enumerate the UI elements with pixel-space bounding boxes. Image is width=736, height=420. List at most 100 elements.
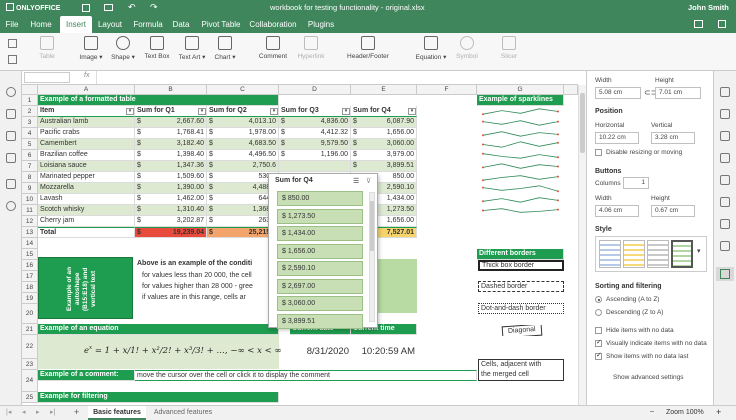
table-header-q3[interactable]: Sum for Q3: [279, 106, 351, 117]
filter-dropdown-icon[interactable]: ▾: [198, 108, 206, 115]
table-cell-item[interactable]: Mozzarella: [38, 183, 135, 194]
row-header[interactable]: 7: [22, 161, 38, 172]
table-cell-q1[interactable]: $1,390.00: [135, 183, 207, 194]
zoom-level[interactable]: Zoom 100%: [666, 409, 704, 416]
ascending-radio[interactable]: [595, 296, 602, 303]
fx-icon[interactable]: fx: [84, 72, 89, 79]
col-header-d[interactable]: D: [279, 85, 351, 95]
disable-resize-checkbox[interactable]: [595, 149, 602, 156]
col-header-b[interactable]: B: [135, 85, 207, 95]
table-header-q2[interactable]: Sum for Q2: [207, 106, 279, 117]
textbox-button[interactable]: Text Box: [142, 36, 172, 60]
columns-input[interactable]: 1: [623, 177, 649, 189]
conditional-line-3[interactable]: if values are in this range, cells ar: [140, 293, 279, 304]
sparklines-area[interactable]: [477, 106, 564, 238]
slicer-item[interactable]: $ 3,060.00: [277, 296, 363, 311]
col-header-e[interactable]: E: [351, 85, 417, 95]
table-cell-q1[interactable]: $1,768.41: [135, 128, 207, 139]
cell-settings-icon[interactable]: [720, 87, 730, 97]
slicer-item[interactable]: $ 1,434.00: [277, 226, 363, 241]
row-header[interactable]: 2: [22, 106, 38, 117]
slicer-item[interactable]: $ 850.00: [277, 191, 363, 206]
col-header-c[interactable]: C: [207, 85, 279, 95]
hide-nodata-checkbox[interactable]: [595, 327, 602, 334]
zoom-out-icon[interactable]: –: [650, 408, 654, 415]
table-cell-q2[interactable]: $4,496.50: [207, 150, 279, 161]
row-header[interactable]: 18: [22, 282, 38, 293]
comment-title[interactable]: Example of a comment:: [38, 370, 135, 381]
tab-layout[interactable]: Layout: [95, 16, 125, 33]
filtering-title[interactable]: Example for filtering: [38, 392, 279, 403]
slicer-item[interactable]: $ 1,273.50: [277, 208, 363, 224]
slicer-button[interactable]: Slicer: [496, 36, 522, 60]
filter-dropdown-icon[interactable]: ▾: [270, 108, 278, 115]
user-name[interactable]: John Smith: [688, 3, 729, 12]
tab-collaboration[interactable]: Collaboration: [248, 16, 298, 33]
row-header[interactable]: 23: [22, 359, 38, 370]
slicer-settings-icon[interactable]: [716, 267, 734, 281]
open-location-icon[interactable]: [694, 20, 703, 28]
row-header[interactable]: 1: [22, 95, 38, 106]
scroll-thumb[interactable]: [580, 93, 585, 153]
row-header[interactable]: 25: [22, 392, 38, 403]
table-cell-item[interactable]: Pacific crabs: [38, 128, 135, 139]
table-cell-q3[interactable]: $4,836.00: [279, 117, 351, 128]
vertical-input[interactable]: 3.28 cm: [651, 132, 695, 144]
row-header[interactable]: 19: [22, 293, 38, 304]
tab-home[interactable]: Home: [26, 16, 56, 33]
table-cell-q2[interactable]: $2,750.6: [207, 161, 279, 172]
sparklines-title[interactable]: Example of sparklines: [477, 95, 564, 106]
header-footer-button[interactable]: Header/Footer: [344, 36, 392, 60]
diagonal-border-cell[interactable]: Diagonal: [478, 325, 564, 336]
table-button[interactable]: Table: [36, 36, 58, 60]
button-height-input[interactable]: 0.67 cm: [651, 205, 695, 217]
print-icon[interactable]: [104, 4, 113, 11]
slicer-item[interactable]: $ 3,899.51: [277, 313, 363, 329]
table-cell-q4[interactable]: $6,087.90: [351, 117, 417, 128]
save-icon[interactable]: [82, 4, 90, 12]
autoshape[interactable]: Example of an autoshape (B15:E18) and ve…: [38, 257, 133, 319]
table-cell-q3[interactable]: $4,412.32: [279, 128, 351, 139]
borders-title[interactable]: Different borders: [477, 249, 564, 260]
visually-indicate-checkbox[interactable]: [595, 338, 602, 347]
next-sheet-icon[interactable]: ▸: [36, 408, 40, 416]
advanced-settings-link[interactable]: Show advanced settings: [613, 374, 683, 381]
filter-dropdown-icon[interactable]: ▾: [126, 108, 134, 115]
undo-icon[interactable]: ↶: [128, 2, 136, 13]
table-cell-q2[interactable]: $4,013.10: [207, 117, 279, 128]
row-header[interactable]: 4: [22, 128, 38, 139]
feedback-icon[interactable]: [6, 179, 16, 189]
redo-icon[interactable]: ↷: [150, 2, 158, 13]
first-sheet-icon[interactable]: |◂: [6, 408, 11, 416]
col-header-g[interactable]: G: [477, 85, 564, 95]
total-label[interactable]: Total: [38, 227, 135, 238]
table-cell-q4[interactable]: $1,656.00: [351, 128, 417, 139]
table-cell-item[interactable]: Brazilian coffee: [38, 150, 135, 161]
button-width-input[interactable]: 4.06 cm: [595, 205, 639, 217]
hyperlink-button[interactable]: Hyperlink: [294, 36, 328, 60]
table-cell-item[interactable]: Camembert: [38, 139, 135, 150]
thick-border-cell[interactable]: Thick box border: [478, 260, 564, 271]
shape-settings-icon[interactable]: [720, 153, 730, 163]
tab-plugins[interactable]: Plugins: [304, 16, 338, 33]
prev-sheet-icon[interactable]: ◂: [22, 408, 26, 416]
table-cell-q1[interactable]: $3,202.87: [135, 216, 207, 227]
style-option[interactable]: [623, 240, 645, 268]
horizontal-input[interactable]: 10.22 cm: [595, 132, 639, 144]
dotdash-border-cell[interactable]: Dot-and-dash border: [478, 303, 564, 314]
table-cell-item[interactable]: Australian lamb: [38, 117, 135, 128]
table-cell-item[interactable]: Loisiana sauce: [38, 161, 135, 172]
row-header[interactable]: 17: [22, 271, 38, 282]
chart-button[interactable]: Chart ▾: [212, 36, 238, 61]
image-button[interactable]: Image ▾: [78, 36, 104, 61]
row-header[interactable]: 3: [22, 117, 38, 128]
current-time-value[interactable]: 10:20:59 AM: [351, 345, 417, 359]
row-header[interactable]: 14: [22, 238, 38, 249]
conditional-line-1[interactable]: for values less than 20 000, the cell: [140, 271, 279, 282]
row-header[interactable]: 11: [22, 205, 38, 216]
pivot-settings-icon[interactable]: [720, 241, 730, 251]
style-option[interactable]: [599, 240, 621, 268]
table-cell-q4[interactable]: $3,060.00: [351, 139, 417, 150]
style-option-selected[interactable]: [671, 240, 693, 268]
expand-icon[interactable]: [718, 20, 726, 28]
